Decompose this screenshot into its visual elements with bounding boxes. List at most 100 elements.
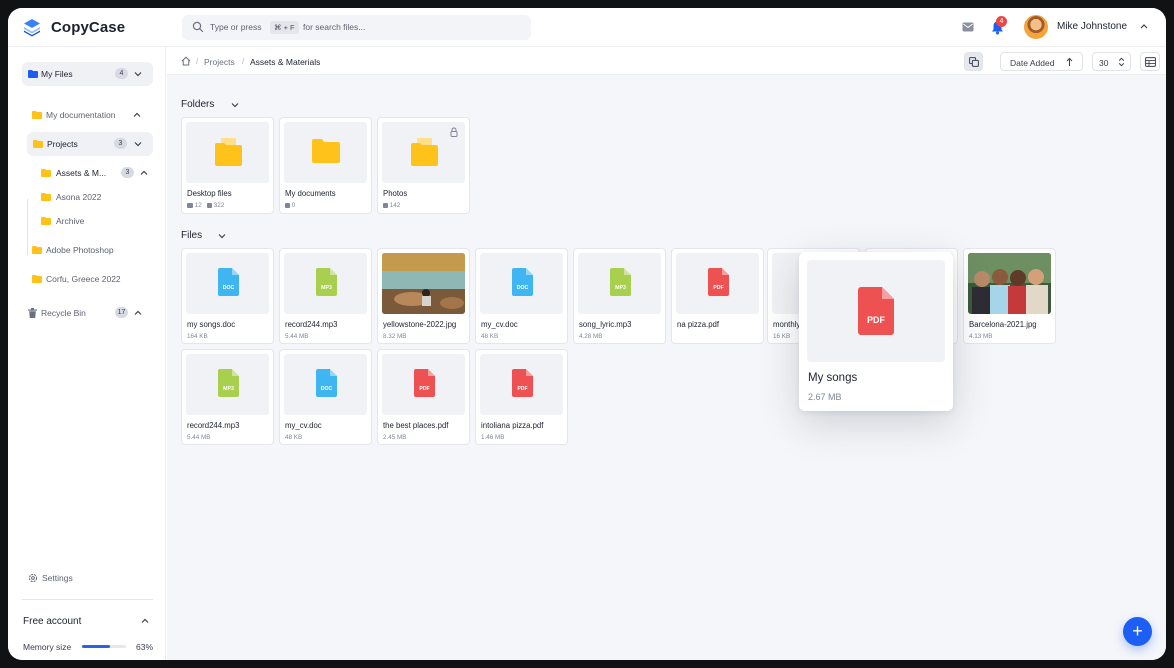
sidebar-item-archive[interactable]: Archive [32,209,153,233]
chevron-up-icon[interactable] [140,170,148,176]
mp3-file-icon: MP3 [316,268,337,296]
file-preview-popup[interactable]: PDF My songs 2.67 MB [799,252,953,411]
sort-button[interactable]: Date Added [1000,52,1083,71]
sidebar-item-label: Adobe Photoshop [46,245,114,255]
file-type-label: PDF [517,386,527,392]
divider [22,599,153,600]
file-card[interactable]: yellowstone-2022.jpg 8.32 MB [377,248,470,344]
folder-card[interactable]: Desktop files 12 322 [181,117,274,214]
sidebar-item-recycle-bin[interactable]: Recycle Bin 17 [22,301,153,325]
sidebar-item-corfu[interactable]: Corfu, Greece 2022 [22,267,153,291]
file-type-label: PDF [419,386,429,392]
chevron-up-icon[interactable] [141,618,149,624]
trash-icon [28,308,37,318]
file-name: yellowstone-2022.jpg [383,320,457,329]
copy-icon [969,57,979,67]
grid-view-button[interactable] [1140,52,1160,71]
folder-meta: 142 [383,202,400,209]
file-name: record244.mp3 [285,320,338,329]
sidebar-item-assets[interactable]: Assets & M... 3 [32,161,153,185]
search-input[interactable]: Type or press ⌘ + F for search files... [182,15,531,40]
file-name: song_lyric.mp3 [579,320,632,329]
file-name: my_cv.doc [285,421,322,430]
file-type-label: PDF [713,285,723,291]
chevron-up-icon[interactable] [134,310,142,316]
file-type-label: MP3 [321,285,332,291]
preview-name: My songs [808,372,858,384]
home-icon[interactable] [181,56,191,66]
file-card[interactable]: MP3 record244.mp3 5.44 MB [181,349,274,445]
file-size: 4.28 MB [579,333,603,340]
file-name: the best places.pdf [383,421,449,430]
top-bar: CopyCase Type or press ⌘ + F for search … [8,8,1166,47]
chevron-down-icon[interactable] [134,141,142,147]
file-count: 322 [213,202,225,209]
copy-view-button[interactable] [964,52,983,71]
chevron-down-icon[interactable] [218,233,226,239]
file-card[interactable]: MP3 record244.mp3 5.44 MB [279,248,372,344]
folder-thumbnail [186,122,269,183]
preview-type-label: PDF [867,315,885,325]
file-thumbnail: MP3 [186,354,269,415]
sidebar-item-label: Settings [42,573,73,583]
chevron-down-icon[interactable] [231,102,239,108]
file-type-label: MP3 [223,386,234,392]
file-name: record244.mp3 [187,421,240,430]
file-card[interactable]: DOC my_cv.doc 48 KB [475,248,568,344]
folder-card[interactable]: Photos 142 [377,117,470,214]
count-badge: 4 [115,68,128,79]
chevron-up-icon[interactable] [133,112,141,118]
file-card[interactable]: PDF na pizza.pdf [671,248,764,344]
file-name: my songs.doc [187,320,236,329]
chevron-down-icon[interactable] [134,71,142,77]
sidebar-item-settings[interactable]: Settings [22,566,153,590]
file-size: 4.13 MB [969,333,993,340]
chevron-up-icon[interactable] [1140,23,1148,29]
sidebar-item-label: Assets & M... [56,168,107,178]
file-card[interactable]: MP3 song_lyric.mp3 4.28 MB [573,248,666,344]
sidebar-item-my-documentation[interactable]: My documentation [22,103,153,127]
file-thumbnail: MP3 [284,253,367,314]
folder-icon [32,111,42,119]
add-button[interactable]: + [1123,617,1152,646]
file-size: 8.32 MB [383,333,407,340]
folder-card[interactable]: My documents 0 [279,117,372,214]
preview-size: 2.67 MB [808,392,842,402]
file-card[interactable]: PDF intoliana pizza.pdf 1.46 MB [475,349,568,445]
file-name: intoliana pizza.pdf [481,421,544,430]
table-icon [1145,57,1156,67]
folders-heading: Folders [181,99,215,110]
file-card[interactable]: Barcelona-2021.jpg 4.13 MB [963,248,1056,344]
file-name: my_cv.doc [481,320,518,329]
sidebar-item-projects[interactable]: Projects 3 [27,132,153,156]
memory-percent: 63% [136,642,154,652]
pdf-file-icon: PDF [512,369,533,397]
user-name[interactable]: Mike Johnstone [1057,21,1127,32]
file-thumbnail: DOC [284,354,367,415]
avatar[interactable] [1024,15,1048,39]
account-plan: Free account [23,616,82,627]
breadcrumb-projects[interactable]: Projects [204,57,235,67]
mail-icon[interactable] [962,22,974,32]
folder-open-icon [411,138,438,166]
search-icon [192,21,204,33]
copycase-logo-icon[interactable] [22,17,42,37]
file-size: 1.46 MB [481,434,505,441]
doc-file-icon: DOC [316,369,337,397]
preview-thumbnail: PDF [807,260,945,362]
file-card[interactable]: DOC my songs.doc 164 KB [181,248,274,344]
file-name: na pizza.pdf [677,320,720,329]
sidebar-item-label: My documentation [46,110,116,120]
file-card[interactable]: PDF the best places.pdf 2.45 MB [377,349,470,445]
gear-icon [28,573,38,583]
sidebar-item-photoshop[interactable]: Adobe Photoshop [22,238,153,262]
folder-icon [33,140,43,148]
sort-updown-icon [1118,57,1125,67]
file-thumbnail: MP3 [578,253,661,314]
file-card[interactable]: DOC my_cv.doc 48 KB [279,349,372,445]
sidebar-item-my-files[interactable]: My Files 4 [22,62,153,86]
page-size-select[interactable]: 30 [1092,52,1131,71]
sidebar-item-asona[interactable]: Asona 2022 [32,185,153,209]
file-size: 164 KB [187,333,208,340]
count-badge: 3 [114,138,127,149]
